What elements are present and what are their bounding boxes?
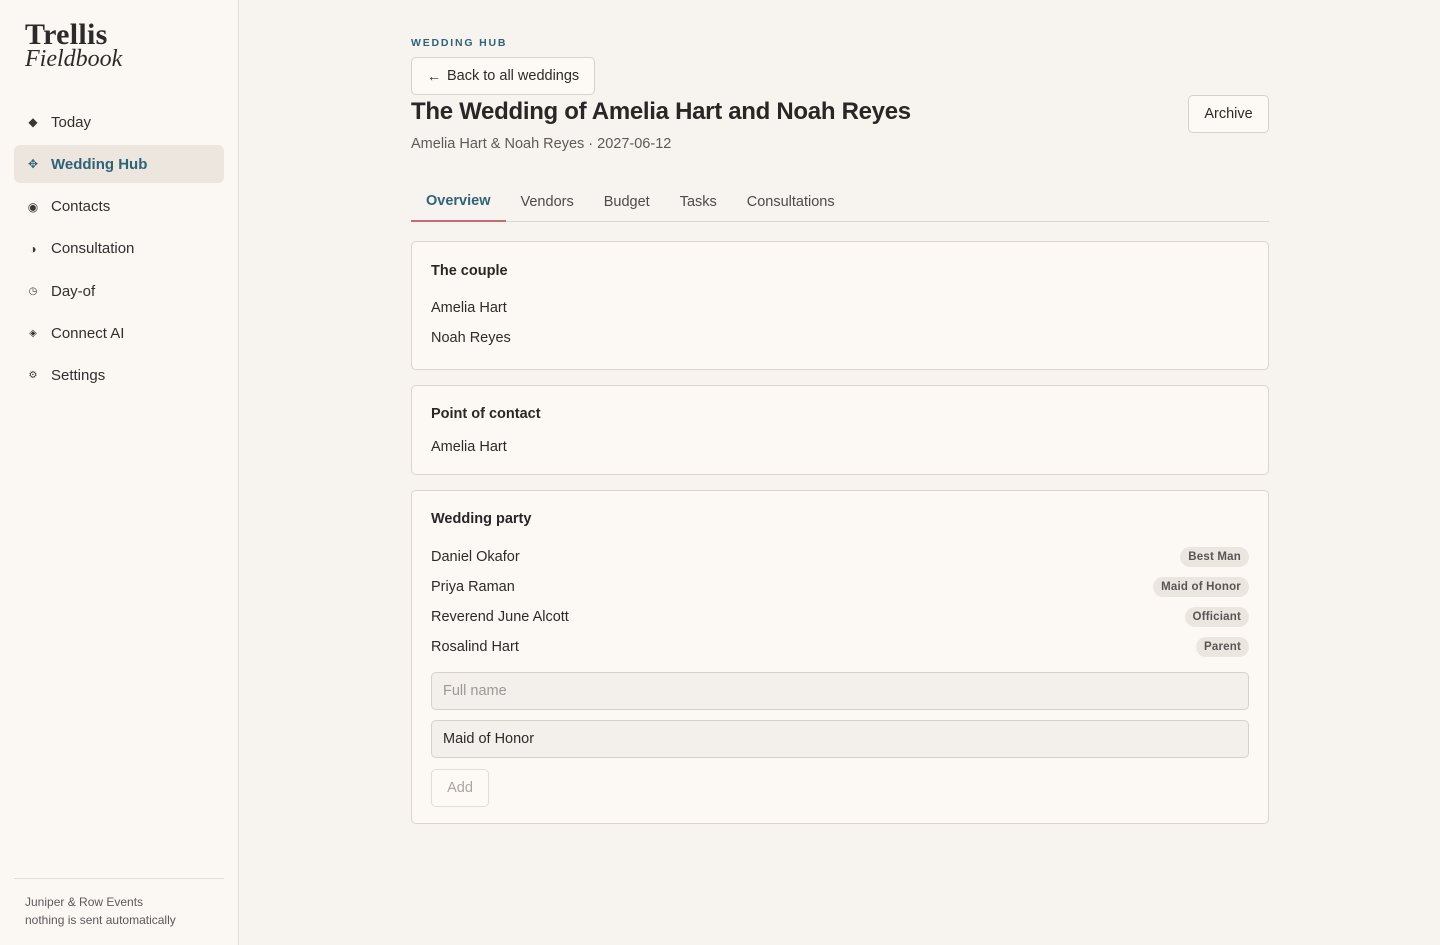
role-select-value: Maid of Honor (443, 731, 535, 747)
sidebar-item-label: Wedding Hub (51, 155, 148, 173)
sidebar-item-day-of[interactable]: ◷ Day-of (14, 272, 224, 310)
member-name: Reverend June Alcott (431, 609, 569, 625)
role-badge: Parent (1196, 637, 1249, 657)
couple-name: Noah Reyes (431, 330, 511, 346)
list-item: Noah Reyes (431, 323, 1249, 353)
tab-overview[interactable]: Overview (411, 182, 506, 222)
sidebar-item-today[interactable]: ◆ Today (14, 103, 224, 141)
sidebar-item-label: Settings (51, 367, 106, 385)
back-button-label: Back to all weddings (447, 68, 580, 84)
contact-card: Point of contact Amelia Hart (411, 385, 1269, 475)
add-member-button[interactable]: Add (431, 769, 489, 807)
sidebar-item-label: Contacts (51, 198, 111, 216)
footer-note: nothing is sent automatically (25, 912, 176, 927)
sparkle-icon: ✥ (27, 157, 39, 172)
page-title: The Wedding of Amelia Hart and Noah Reye… (411, 98, 911, 125)
sidebar-item-label: Day-of (51, 282, 96, 300)
page-subtitle: Amelia Hart & Noah Reyes · 2027-06-12 (411, 136, 672, 152)
full-name-input[interactable] (431, 672, 1249, 710)
list-item: Amelia Hart (431, 293, 1249, 323)
section-eyebrow: WEDDING HUB (411, 37, 508, 49)
tab-bar: Overview Vendors Budget Tasks Consultati… (411, 182, 1269, 222)
archive-button[interactable]: Archive (1188, 95, 1269, 133)
brand-logo: Trellis Fieldbook (25, 20, 123, 72)
sidebar-item-contacts[interactable]: ◉ Contacts (14, 188, 224, 226)
party-member-row: Daniel Okafor Best Man (431, 542, 1249, 572)
couple-name: Amelia Hart (431, 300, 507, 316)
party-member-row: Reverend June Alcott Officiant (431, 602, 1249, 632)
diamond-dot-icon: ◈ (29, 327, 37, 339)
sidebar-item-wedding-hub[interactable]: ✥ Wedding Hub (14, 145, 224, 184)
sidebar-item-settings[interactable]: ⚙ Settings (14, 357, 224, 395)
party-member-row: Rosalind Hart Parent (431, 632, 1249, 662)
sidebar-item-label: Today (51, 113, 92, 131)
diamond-icon: ◆ (28, 115, 38, 129)
role-select[interactable]: Maid of Honor (431, 720, 1249, 758)
tab-consultations[interactable]: Consultations (732, 182, 850, 222)
member-name: Priya Raman (431, 579, 515, 595)
clock-icon: ◷ (28, 285, 38, 297)
tab-vendors[interactable]: Vendors (506, 182, 589, 222)
sidebar-item-consultation[interactable]: ◑ Consultation (14, 230, 224, 268)
member-name: Rosalind Hart (431, 639, 519, 655)
contact-name: Amelia Hart (431, 439, 507, 455)
arrow-left-icon: ← (427, 68, 441, 84)
sidebar-item-label: Consultation (51, 240, 135, 258)
role-badge: Maid of Honor (1153, 577, 1249, 597)
party-member-row: Priya Raman Maid of Honor (431, 572, 1249, 602)
org-name: Juniper & Row Events (25, 895, 144, 909)
half-circle-icon: ◑ (29, 241, 37, 256)
couple-card: The couple Amelia Hart Noah Reyes (411, 241, 1269, 370)
card-title: Point of contact (431, 406, 541, 422)
brand-subname: Fieldbook (25, 46, 123, 72)
list-item: Amelia Hart (431, 432, 1249, 462)
member-name: Daniel Okafor (431, 549, 520, 565)
sidebar-footer: Juniper & Row Events nothing is sent aut… (14, 878, 224, 929)
card-title: Wedding party (431, 511, 532, 527)
card-title: The couple (431, 263, 508, 279)
role-badge: Best Man (1180, 547, 1249, 567)
sidebar-item-connect-ai[interactable]: ◈ Connect AI (14, 314, 224, 352)
circle-dot-icon: ◉ (27, 199, 39, 214)
app-window: Trellis Fieldbook ◆ Today ✥ Wedding Hub … (0, 0, 1440, 945)
back-to-weddings-button[interactable]: ← Back to all weddings (411, 57, 596, 95)
wedding-party-card: Wedding party Daniel Okafor Best Man Pri… (411, 490, 1269, 824)
role-badge: Officiant (1184, 607, 1249, 627)
sidebar-item-label: Connect AI (51, 324, 125, 342)
gear-icon: ⚙ (28, 370, 38, 382)
tab-tasks[interactable]: Tasks (665, 182, 732, 222)
sidebar: Trellis Fieldbook ◆ Today ✥ Wedding Hub … (0, 0, 239, 945)
tab-budget[interactable]: Budget (589, 182, 665, 222)
sidebar-nav: ◆ Today ✥ Wedding Hub ◉ Contacts ◑ Consu… (14, 103, 224, 399)
